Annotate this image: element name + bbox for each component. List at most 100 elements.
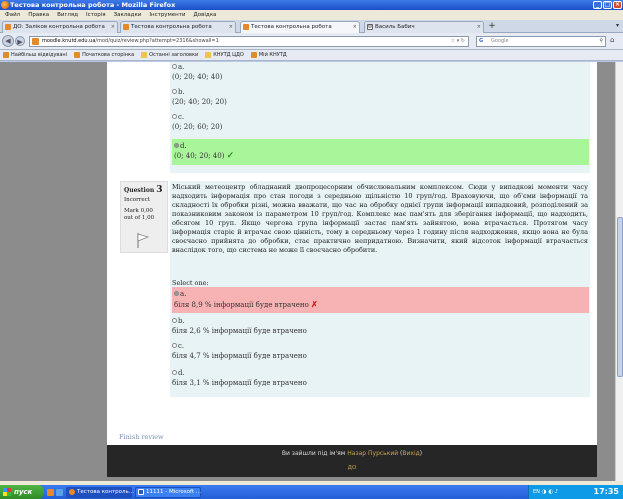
bookmark-knutd-cdo[interactable]: КНУТД ЦДО: [205, 50, 244, 60]
tab-list-icon[interactable]: ▾: [616, 22, 619, 29]
menu-bookmarks[interactable]: Закладки: [114, 10, 142, 20]
finish-review-link[interactable]: Finish review: [119, 433, 164, 441]
forward-button[interactable]: ▶: [15, 36, 25, 46]
radio-icon[interactable]: [172, 343, 177, 348]
tab-3-active[interactable]: Тестова контрольна робота ×: [240, 21, 360, 33]
word-icon: [138, 488, 144, 495]
bookmark-most-visited[interactable]: Найбільш відвідувані: [3, 50, 67, 60]
start-button[interactable]: пуск: [0, 485, 44, 499]
page-scrollbar[interactable]: [615, 62, 623, 481]
search-icon[interactable]: ⚲: [599, 37, 603, 46]
option-text: (0; 40; 20; 40): [174, 152, 225, 160]
radio-icon[interactable]: [172, 64, 177, 69]
home-icon[interactable]: ⌂: [610, 36, 620, 46]
menu-view[interactable]: Вигляд: [57, 10, 78, 20]
user-link[interactable]: Назар Пурський: [347, 450, 398, 457]
bookmark-my-knutd[interactable]: Мій КНУТД: [250, 50, 287, 60]
close-window-button[interactable]: ×: [613, 1, 622, 9]
quick-launch: [47, 488, 63, 496]
window-titlebar: Тестова контрольна робота - Mozilla Fire…: [0, 0, 623, 10]
close-tab-icon[interactable]: ×: [353, 22, 357, 33]
tab-4[interactable]: W Василь Бабич ×: [364, 21, 484, 33]
bookmark-homepage[interactable]: Початкова сторінка: [74, 50, 134, 60]
bookmark-label: КНУТД ЦДО: [213, 51, 244, 58]
radio-icon[interactable]: [172, 114, 177, 119]
moodle-favicon-icon: [243, 24, 249, 30]
home-link[interactable]: ДО: [107, 465, 597, 471]
close-tab-icon[interactable]: ×: [229, 22, 233, 33]
windows-logo-icon: [3, 488, 11, 496]
new-tab-button[interactable]: +: [487, 22, 497, 32]
logout-link[interactable]: Вихід: [402, 450, 419, 457]
bookmark-label: Останні заголовки: [149, 51, 199, 58]
google-icon: G: [479, 38, 484, 44]
radio-selected-icon[interactable]: [174, 291, 179, 296]
option-letter: d.: [180, 142, 187, 150]
option-text: (0; 20; 40; 40): [172, 73, 223, 81]
question-number: Question 3: [124, 185, 164, 195]
task-label: 11111 - Microsoft ...: [146, 488, 201, 495]
language-indicator[interactable]: EN: [533, 489, 540, 495]
bookmark-label: Найбільш відвідувані: [11, 51, 68, 58]
bookmark-label: Мій КНУТД: [258, 51, 287, 58]
option-letter: a.: [180, 290, 187, 298]
option-letter: c.: [178, 113, 185, 121]
question-state: Incorrect: [124, 197, 150, 203]
flag-question-icon[interactable]: [135, 232, 149, 248]
option-letter: b.: [178, 88, 185, 96]
firefox-quicklaunch-icon[interactable]: [47, 488, 54, 496]
select-one-label: Select one:: [172, 279, 209, 287]
firefox-icon: [69, 488, 75, 495]
prev-option-a[interactable]: a. (0; 20; 40; 40): [172, 62, 589, 82]
option-b[interactable]: b. біля 2,6 % інформації буде втрачено: [172, 316, 589, 336]
minimize-button[interactable]: _: [593, 1, 602, 9]
menu-file[interactable]: Файл: [5, 10, 20, 20]
rss-icon: [141, 52, 148, 58]
option-text: (20; 40; 20; 20): [172, 98, 227, 106]
taskbar-firefox[interactable]: Тестова контроль...: [66, 486, 135, 498]
question-info-box: Question 3 Incorrect Mark 0,00 out of 1,…: [120, 181, 168, 253]
login-info: Ви зайшли під ім'ям Назар Пурський (Вихі…: [281, 450, 423, 457]
question-text: Міський метеоцентр обладнаний двопроцесо…: [172, 183, 588, 254]
option-a-wrong[interactable]: a. біля 8,9 % інформації буде втрачено ✗: [172, 287, 589, 313]
radio-icon[interactable]: [172, 370, 177, 375]
prev-option-c[interactable]: c. (0; 20; 60; 20): [172, 112, 589, 132]
menu-history[interactable]: Історія: [86, 10, 106, 20]
question-number-value: 3: [156, 185, 163, 195]
bookmarks-bar: Найбільш відвідувані Початкова сторінка …: [0, 50, 623, 61]
scrollbar-thumb[interactable]: [617, 217, 623, 377]
menu-tools[interactable]: Інструменти: [149, 10, 185, 20]
close-tab-icon[interactable]: ×: [477, 22, 481, 33]
menu-edit[interactable]: Правка: [28, 10, 49, 20]
window-title: Тестова контрольна робота - Mozilla Fire…: [10, 1, 176, 9]
moodle-page: a. (0; 20; 40; 40) b. (20; 40; 20; 20) c…: [107, 62, 597, 477]
search-input[interactable]: G Google ⚲: [476, 36, 606, 47]
moodle-favicon-icon: [123, 24, 129, 30]
firefox-icon: [1, 1, 9, 9]
option-letter: d.: [178, 369, 185, 377]
tray-icons[interactable]: ◑ ◐ ♪: [542, 489, 559, 495]
option-d[interactable]: d. біля 3,1 % інформації буде втрачено: [172, 368, 589, 388]
radio-icon[interactable]: [172, 318, 177, 323]
bookmark-latest-headlines[interactable]: Останні заголовки: [141, 50, 198, 60]
radio-selected-icon[interactable]: [174, 143, 179, 148]
reload-icon[interactable]: ☆ ▾ ↻: [451, 37, 465, 46]
radio-icon[interactable]: [172, 89, 177, 94]
prev-option-b[interactable]: b. (20; 40; 20; 20): [172, 87, 589, 107]
option-c[interactable]: c. біля 4,7 % інформації буде втрачено: [172, 341, 589, 361]
url-bar[interactable]: moodle.knutd.edu.ua/mod/quiz/review.php?…: [29, 36, 469, 47]
cross-mark-icon: ✗: [311, 299, 318, 309]
bookmark-icon: [250, 52, 257, 58]
task-label: Тестова контроль...: [77, 488, 135, 495]
maximize-button[interactable]: □: [603, 1, 612, 9]
menu-help[interactable]: Довідка: [193, 10, 216, 20]
system-tray: EN ◑ ◐ ♪ 17:35: [528, 485, 623, 499]
back-button[interactable]: ◀: [2, 35, 14, 47]
ie-quicklaunch-icon[interactable]: [56, 488, 63, 496]
taskbar-word[interactable]: 11111 - Microsoft ...: [135, 486, 201, 498]
close-tab-icon[interactable]: ×: [111, 22, 115, 33]
prev-option-d-correct[interactable]: d. (0; 40; 20; 40) ✓: [172, 139, 589, 165]
tab-2[interactable]: Тестова контрольна робота ×: [120, 21, 236, 33]
option-text: біля 2,6 % інформації буде втрачено: [172, 327, 307, 335]
tab-1[interactable]: ДО: Заліков контрольна робота ×: [2, 21, 118, 33]
